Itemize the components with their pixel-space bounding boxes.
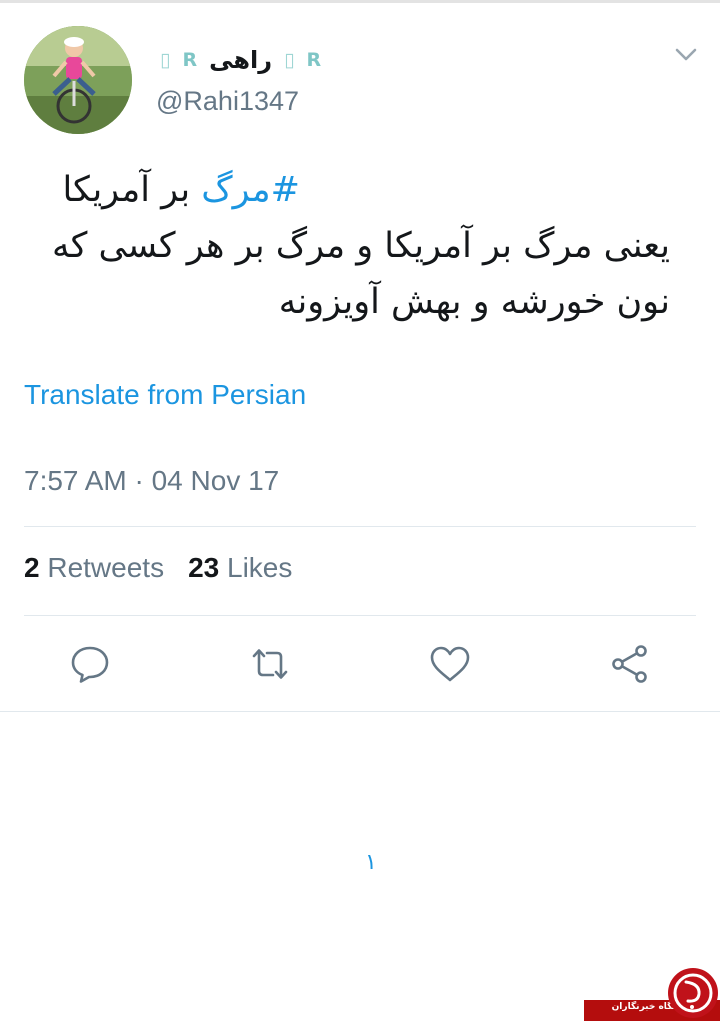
- reply-icon[interactable]: [68, 642, 112, 686]
- avatar-photo: [24, 26, 132, 134]
- likes-stat[interactable]: 23 Likes: [188, 552, 292, 584]
- chevron-down-icon[interactable]: [670, 38, 702, 70]
- tweet-stats: 2 Retweets 23 Likes: [24, 552, 292, 584]
- divider: [0, 711, 720, 712]
- flag-bar-icon: ▯: [160, 49, 171, 71]
- timestamp: 7:57 AM · 04 Nov 17: [24, 465, 280, 496]
- name-badge: R: [306, 49, 322, 71]
- tweet-line-3: نون خورشه و بهش آویزونه: [278, 282, 670, 322]
- divider: [24, 526, 696, 527]
- stray-mark: ١: [365, 850, 377, 875]
- action-bar: [0, 642, 720, 686]
- likes-count: 23: [188, 552, 220, 583]
- watermark: باشگاه خبرنگاران: [584, 966, 720, 1021]
- likes-label: Likes: [227, 552, 293, 583]
- share-icon[interactable]: [608, 642, 652, 686]
- tweet-text: #مرگ بر آمریکا یعنی مرگ بر آمریکا و مرگ …: [24, 162, 670, 330]
- tweet-line-2: یعنی مرگ بر آمریکا و مرگ بر هر کسی که: [51, 226, 670, 266]
- display-name[interactable]: راهی: [209, 46, 272, 74]
- flag-bar-icon: ▯: [284, 49, 295, 71]
- top-divider: [0, 0, 720, 3]
- watermark-logo: [668, 968, 718, 1018]
- tweet-line-1-text: بر آمریکا: [62, 170, 202, 210]
- tweet-line-1: #مرگ بر آمریکا: [24, 162, 670, 218]
- avatar[interactable]: [24, 26, 132, 134]
- like-icon[interactable]: [428, 642, 472, 686]
- translate-link[interactable]: Translate from Persian: [24, 379, 306, 411]
- divider: [24, 615, 696, 616]
- user-handle[interactable]: @Rahi1347: [156, 86, 299, 117]
- retweets-count: 2: [24, 552, 40, 583]
- retweets-label: Retweets: [47, 552, 165, 583]
- hashtag-link[interactable]: #مرگ: [201, 170, 300, 210]
- name-row: ▯ R راهی ▯ R: [160, 44, 321, 76]
- retweet-icon[interactable]: [248, 642, 292, 686]
- name-badge: R: [182, 49, 198, 71]
- retweets-stat[interactable]: 2 Retweets: [24, 552, 164, 584]
